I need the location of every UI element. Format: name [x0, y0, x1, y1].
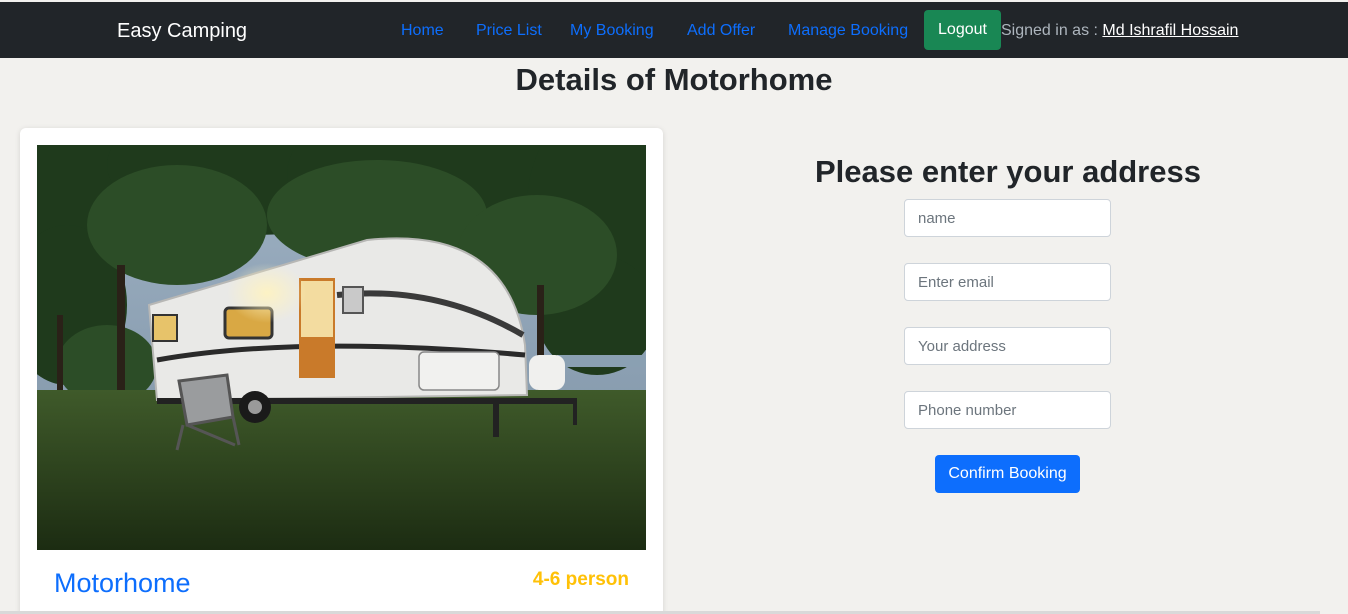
nav-link-price-list[interactable]: Price List [476, 20, 542, 42]
motorhome-card: Motorhome 4-6 person [20, 128, 663, 614]
capacity-label: 4-6 person [532, 569, 629, 590]
motorhome-image [37, 145, 646, 550]
nav-link-add-offer[interactable]: Add Offer [687, 20, 755, 42]
card-title[interactable]: Motorhome [54, 566, 191, 600]
nav-link-my-booking[interactable]: My Booking [570, 20, 654, 42]
confirm-booking-button[interactable]: Confirm Booking [935, 455, 1080, 493]
page: Easy Camping Home Price List My Booking … [0, 0, 1348, 614]
form-title: Please enter your address [815, 154, 1201, 189]
signed-in-prefix: Signed in as : [1001, 22, 1103, 39]
name-input[interactable] [904, 199, 1111, 237]
brand-logo[interactable]: Easy Camping [117, 19, 247, 43]
email-input[interactable] [904, 263, 1111, 301]
signed-in-user-link[interactable]: Md Ishrafil Hossain [1102, 22, 1238, 39]
phone-input[interactable] [904, 391, 1111, 429]
logout-button[interactable]: Logout [924, 10, 1001, 50]
signed-in-text: Signed in as : Md Ishrafil Hossain [1001, 20, 1238, 42]
nav-link-manage-booking[interactable]: Manage Booking [788, 20, 908, 42]
navbar: Easy Camping Home Price List My Booking … [0, 2, 1348, 58]
nav-link-home[interactable]: Home [401, 20, 444, 42]
page-title: Details of Motorhome [515, 62, 833, 97]
address-input[interactable] [904, 327, 1111, 365]
